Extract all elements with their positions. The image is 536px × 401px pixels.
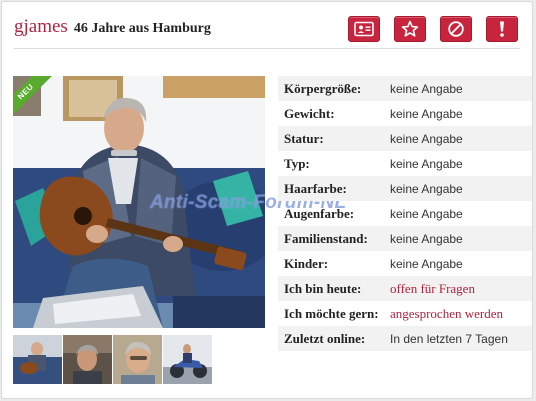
profile-card-icon <box>354 21 374 37</box>
detail-label: Gewicht: <box>284 105 335 121</box>
detail-value: In den letzten 7 Tagen <box>390 331 508 346</box>
detail-row: Statur: keine Angabe <box>278 126 532 151</box>
thumbnail-image <box>163 335 212 384</box>
detail-label: Haarfarbe: <box>284 180 347 196</box>
action-bar <box>348 16 518 42</box>
detail-label: Kinder: <box>284 255 329 271</box>
detail-value: keine Angabe <box>390 181 463 196</box>
detail-value: angesprochen werden <box>390 305 503 321</box>
detail-value: keine Angabe <box>390 106 463 121</box>
favorite-button[interactable] <box>394 16 426 42</box>
star-icon <box>401 20 419 37</box>
detail-value: keine Angabe <box>390 81 463 96</box>
thumbnail-image <box>13 335 62 384</box>
detail-row: Augenfarbe: keine Angabe <box>278 201 532 226</box>
detail-label: Typ: <box>284 155 310 171</box>
detail-label: Familienstand: <box>284 230 368 246</box>
detail-label: Ich möchte gern: <box>284 305 379 321</box>
block-button[interactable] <box>440 16 472 42</box>
detail-row: Gewicht: keine Angabe <box>278 101 532 126</box>
detail-value: keine Angabe <box>390 206 463 221</box>
detail-value: keine Angabe <box>390 131 463 146</box>
username[interactable]: gjames <box>14 16 68 38</box>
profile-details: Körpergröße: keine Angabe Gewicht: keine… <box>278 76 532 351</box>
detail-row: Familienstand: keine Angabe <box>278 226 532 251</box>
thumbnail[interactable] <box>163 335 212 384</box>
thumbnail[interactable] <box>113 335 162 384</box>
profile-card: gjames 46 Jahre aus Hamburg NEU Anti-Sca… <box>1 1 533 399</box>
thumbnail-image <box>113 335 162 384</box>
detail-row: Kinder: keine Angabe <box>278 251 532 276</box>
profile-tagline: 46 Jahre aus Hamburg <box>73 21 211 36</box>
detail-value: keine Angabe <box>390 256 463 271</box>
detail-row: Haarfarbe: keine Angabe <box>278 176 532 201</box>
detail-label: Augenfarbe: <box>284 205 355 221</box>
detail-value: keine Angabe <box>390 231 463 246</box>
detail-label: Zuletzt online: <box>284 330 366 346</box>
detail-label: Körpergröße: <box>284 80 362 96</box>
thumbnail[interactable] <box>13 335 62 384</box>
block-icon <box>448 21 464 37</box>
detail-value: keine Angabe <box>390 156 463 171</box>
thumbnail[interactable] <box>63 335 112 384</box>
detail-row: Ich möchte gern: angesprochen werden <box>278 301 532 326</box>
report-button[interactable] <box>486 16 518 42</box>
thumbnail-image <box>63 335 112 384</box>
detail-row: Zuletzt online: In den letzten 7 Tagen <box>278 326 532 351</box>
detail-row: Ich bin heute: offen für Fragen <box>278 276 532 301</box>
detail-value: offen für Fragen <box>390 280 475 296</box>
profile-card-button[interactable] <box>348 16 380 42</box>
detail-row: Körpergröße: keine Angabe <box>278 76 532 101</box>
profile-header: gjames 46 Jahre aus Hamburg <box>14 16 211 46</box>
header-divider <box>14 48 520 49</box>
exclamation-icon <box>500 21 504 37</box>
detail-label: Statur: <box>284 130 324 146</box>
detail-row: Typ: keine Angabe <box>278 151 532 176</box>
photo-thumbnails <box>13 335 213 384</box>
detail-label: Ich bin heute: <box>284 280 362 296</box>
